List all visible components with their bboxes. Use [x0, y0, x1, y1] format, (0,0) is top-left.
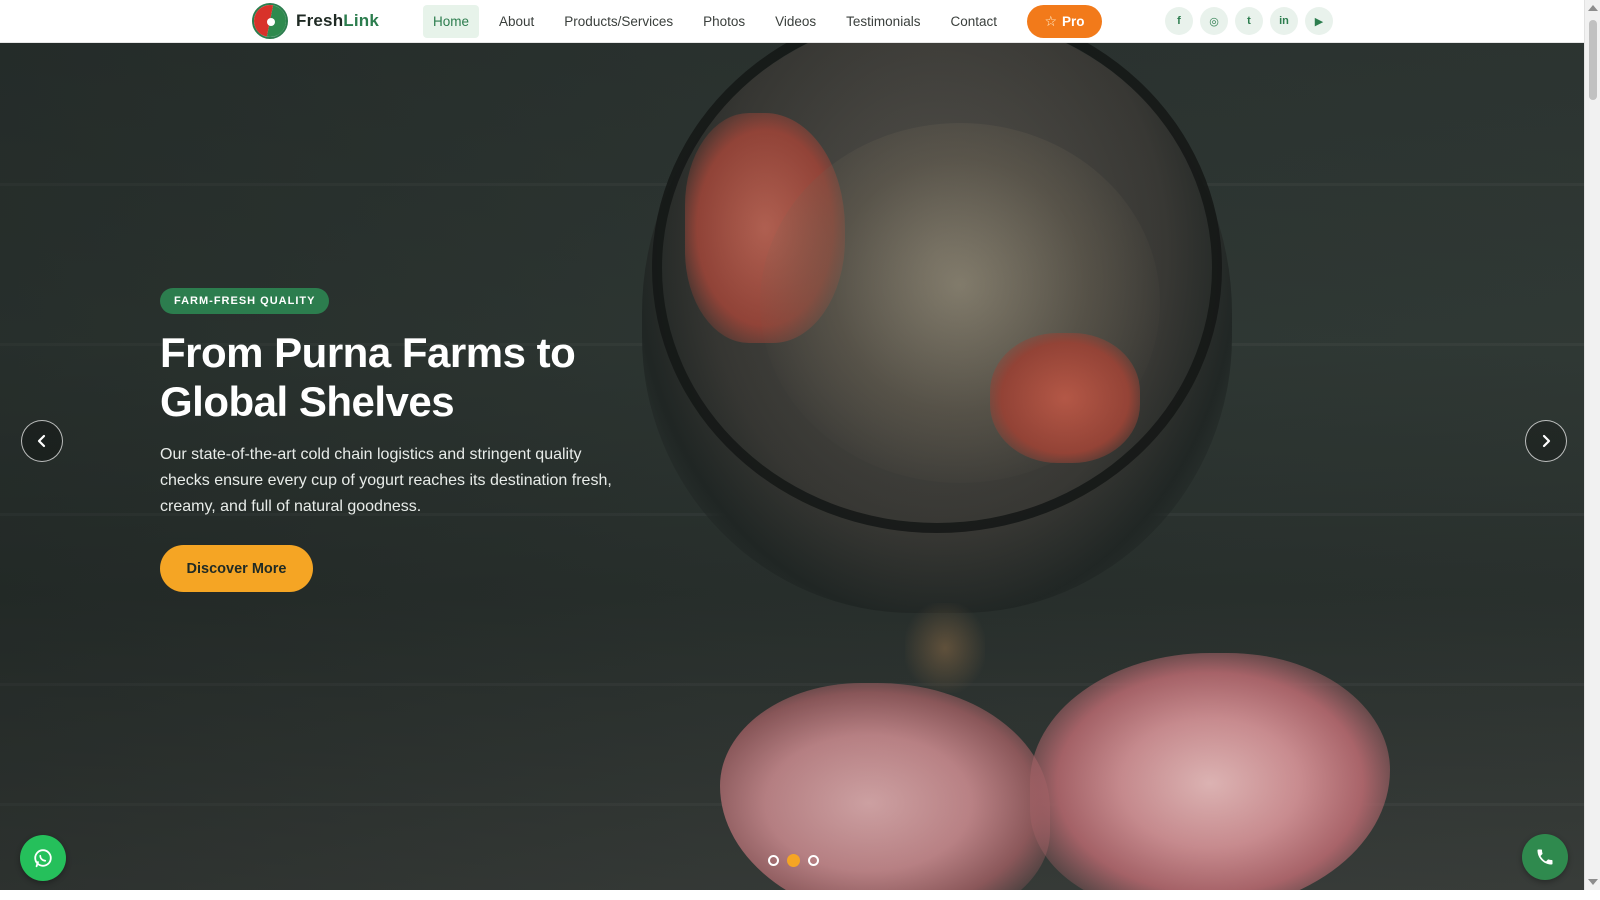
- phone-icon: [1537, 849, 1553, 865]
- chevron-left-icon: [37, 434, 46, 448]
- hero-description: Our state-of-the-art cold chain logistic…: [160, 446, 612, 515]
- nav-item-photos[interactable]: Photos: [693, 5, 755, 38]
- nav-item-home[interactable]: Home: [423, 5, 480, 38]
- youtube-icon[interactable]: ▶: [1305, 7, 1333, 35]
- site-header: FreshLink Home About Products/Services P…: [0, 0, 1584, 43]
- whatsapp-button[interactable]: [20, 835, 66, 881]
- call-button[interactable]: [1522, 834, 1568, 880]
- instagram-icon[interactable]: ◎: [1200, 7, 1228, 35]
- slider-dots: [768, 854, 819, 867]
- twitter-icon[interactable]: t: [1235, 7, 1263, 35]
- whatsapp-icon: [34, 849, 52, 868]
- slider-dot-3[interactable]: [808, 855, 819, 866]
- scroll-down-arrow[interactable]: [1588, 879, 1598, 885]
- brand-name: FreshLink: [296, 11, 379, 31]
- linkedin-icon[interactable]: in: [1270, 7, 1298, 35]
- nav-item-products-services[interactable]: Products/Services: [554, 5, 683, 38]
- facebook-icon[interactable]: f: [1165, 7, 1193, 35]
- slider-next-button[interactable]: [1525, 420, 1567, 462]
- main-nav: Home About Products/Services Photos Vide…: [423, 5, 1017, 38]
- slider-dot-2[interactable]: [787, 854, 800, 867]
- hero-badge: FARM-FRESH QUALITY: [160, 288, 330, 314]
- slider-prev-button[interactable]: [21, 420, 63, 462]
- nav-item-about[interactable]: About: [489, 5, 544, 38]
- nav-item-testimonials[interactable]: Testimonials: [836, 5, 930, 38]
- brand-name-part2: Link: [343, 11, 380, 30]
- pro-button-label: Pro: [1062, 14, 1085, 29]
- pro-button[interactable]: ☆ Pro: [1027, 5, 1102, 38]
- scroll-thumb[interactable]: [1589, 20, 1597, 100]
- social-links: f ◎ t in ▶: [1165, 7, 1333, 35]
- discover-more-button[interactable]: Discover More: [160, 545, 313, 592]
- nav-item-videos[interactable]: Videos: [765, 5, 826, 38]
- slider-dot-1[interactable]: [768, 855, 779, 866]
- logo-mark-icon: [252, 3, 288, 39]
- brand-logo[interactable]: FreshLink: [252, 3, 379, 39]
- chevron-right-icon: [1542, 434, 1551, 448]
- scroll-up-arrow[interactable]: [1588, 5, 1598, 11]
- nav-item-contact[interactable]: Contact: [940, 5, 1007, 38]
- star-icon: ☆: [1044, 13, 1058, 29]
- hero-title: From Purna Farms to Global Shelves: [160, 329, 576, 425]
- brand-name-part1: Fresh: [296, 11, 344, 30]
- page-scrollbar[interactable]: [1584, 0, 1600, 890]
